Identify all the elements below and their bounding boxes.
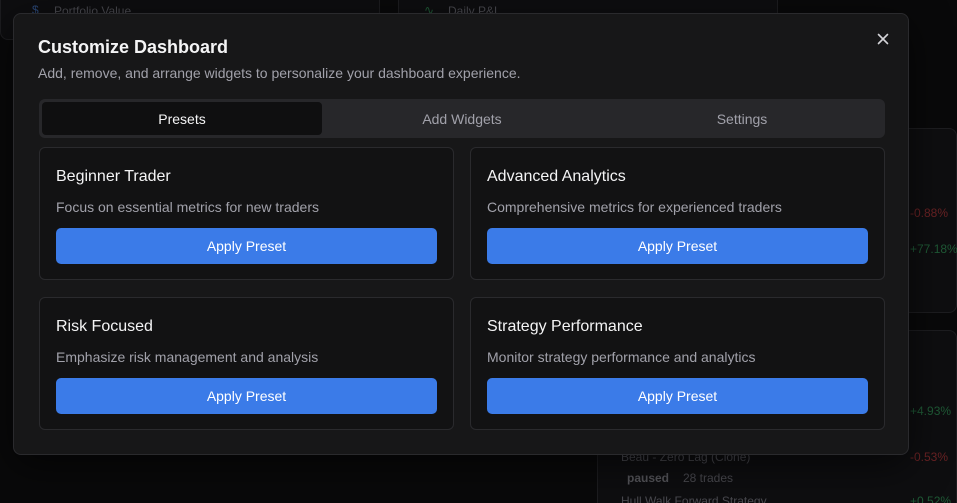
bg-value: +0.52%	[910, 494, 952, 503]
bg-strategy-status: paused	[627, 471, 670, 485]
tab-settings[interactable]: Settings	[602, 102, 882, 135]
bg-strategy-name: Hull Walk Forward Strategy	[621, 494, 767, 503]
dialog-tabs: Presets Add Widgets Settings	[39, 99, 885, 138]
bg-strategy-trades: 28 trades	[683, 471, 734, 485]
bg-value: +4.93%	[910, 404, 952, 418]
preset-description: Comprehensive metrics for experienced tr…	[487, 199, 782, 215]
apply-preset-button[interactable]: Apply Preset	[56, 378, 437, 414]
bg-value: -0.53%	[910, 450, 949, 464]
preset-title: Beginner Trader	[56, 168, 171, 185]
dialog-subtitle: Add, remove, and arrange widgets to pers…	[38, 65, 521, 81]
close-button[interactable]	[872, 28, 894, 50]
tab-add-widgets[interactable]: Add Widgets	[322, 102, 602, 135]
preset-title: Advanced Analytics	[487, 168, 626, 185]
preset-description: Focus on essential metrics for new trade…	[56, 199, 319, 215]
preset-card-advanced-analytics: Advanced Analytics Comprehensive metrics…	[470, 147, 885, 280]
preset-card-beginner-trader: Beginner Trader Focus on essential metri…	[39, 147, 454, 280]
bg-value: +77.18%	[910, 242, 957, 256]
tab-presets[interactable]: Presets	[42, 102, 322, 135]
preset-description: Monitor strategy performance and analyti…	[487, 349, 756, 365]
preset-card-strategy-performance: Strategy Performance Monitor strategy pe…	[470, 297, 885, 430]
apply-preset-button[interactable]: Apply Preset	[487, 228, 868, 264]
bg-value: -0.88%	[910, 206, 949, 220]
preset-title: Risk Focused	[56, 318, 153, 335]
apply-preset-button[interactable]: Apply Preset	[56, 228, 437, 264]
apply-preset-button[interactable]: Apply Preset	[487, 378, 868, 414]
customize-dashboard-dialog: Customize Dashboard Add, remove, and arr…	[13, 13, 909, 455]
preset-description: Emphasize risk management and analysis	[56, 349, 319, 365]
preset-title: Strategy Performance	[487, 318, 643, 335]
preset-card-risk-focused: Risk Focused Emphasize risk management a…	[39, 297, 454, 430]
dialog-title: Customize Dashboard	[38, 37, 229, 57]
close-icon	[877, 33, 889, 45]
